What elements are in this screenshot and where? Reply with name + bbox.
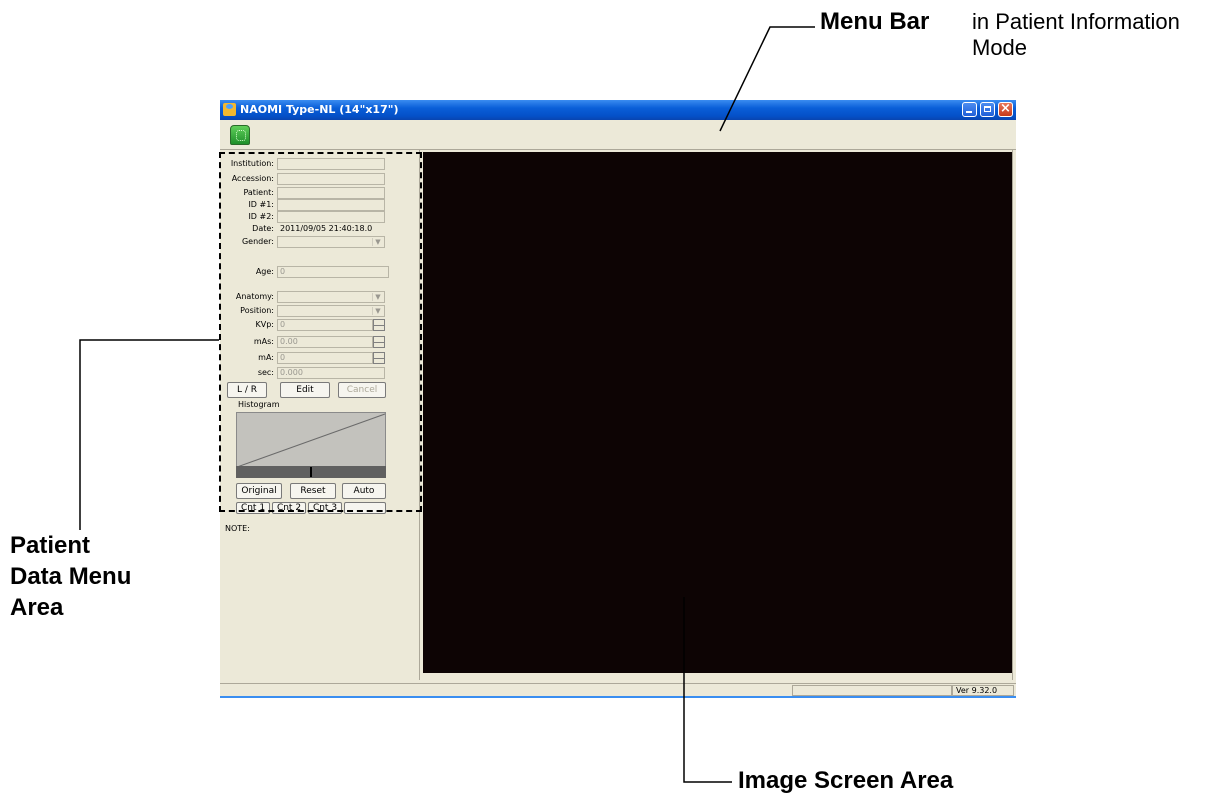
patient-area-leader bbox=[79, 339, 219, 530]
menu-bar-leader bbox=[719, 26, 815, 132]
callout-lines bbox=[79, 26, 815, 783]
image-screen-leader bbox=[683, 597, 732, 783]
